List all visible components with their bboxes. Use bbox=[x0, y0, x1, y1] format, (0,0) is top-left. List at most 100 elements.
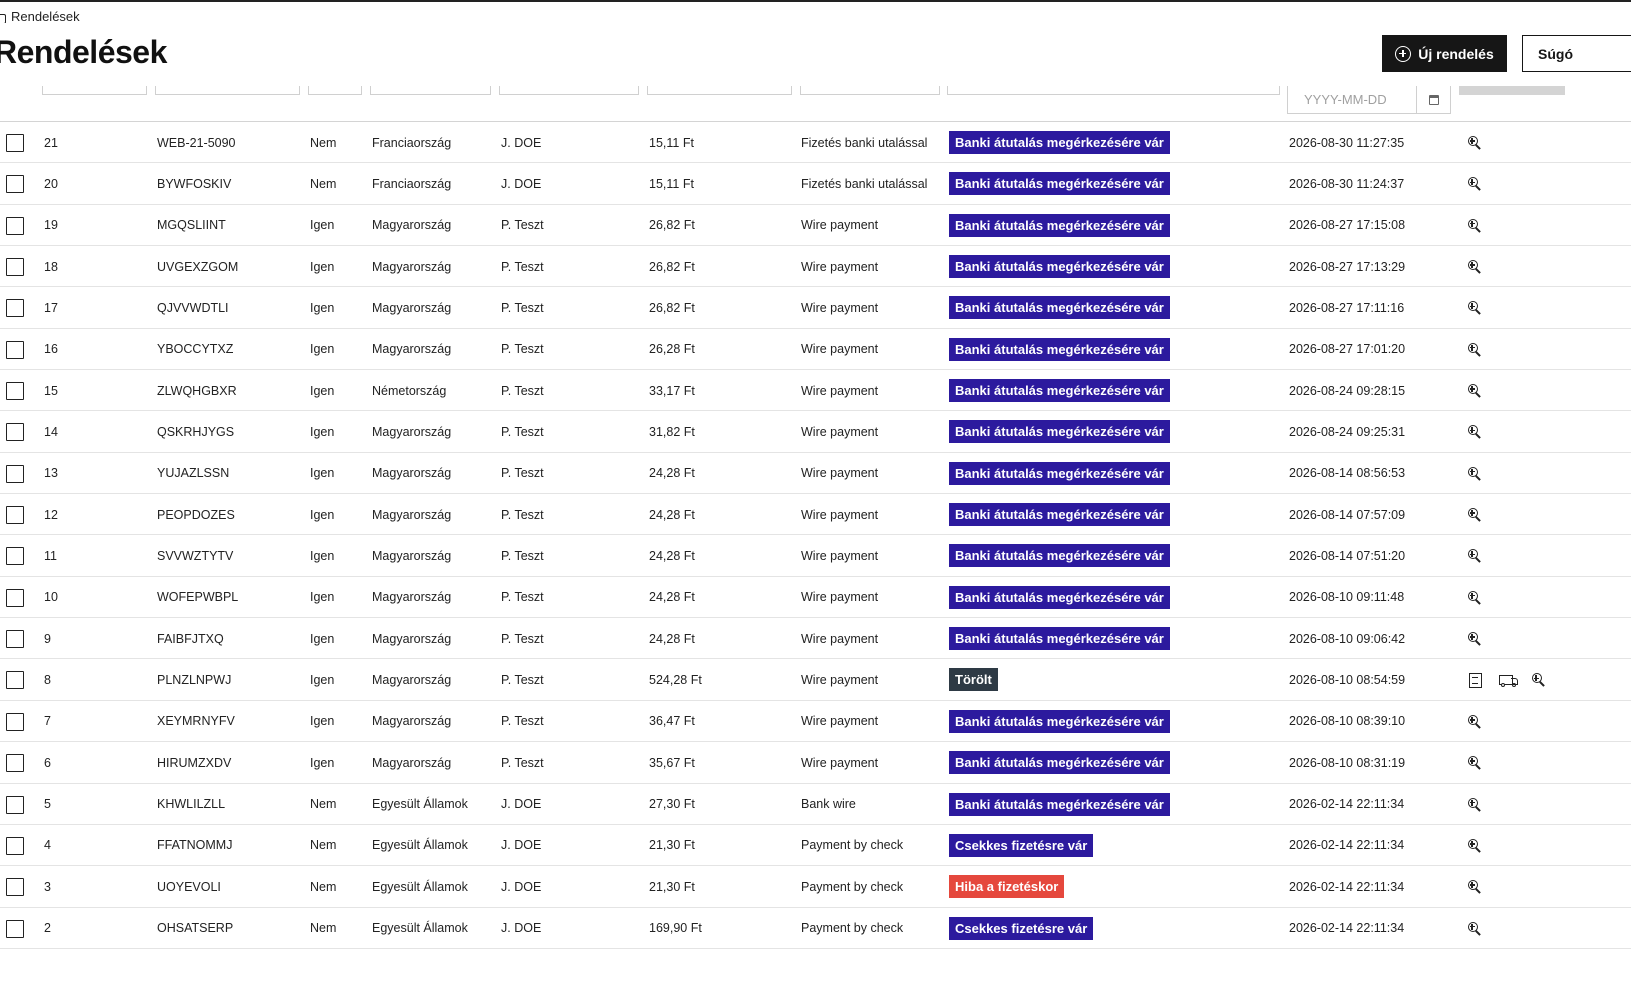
payment-method: Wire payment bbox=[801, 218, 879, 233]
row-select-checkbox[interactable] bbox=[6, 588, 24, 607]
table-row[interactable]: 17 QJVVWDTLI Igen Magyarország P. Teszt 26,82… bbox=[0, 287, 1631, 329]
view-order-zoom-icon[interactable] bbox=[1467, 342, 1483, 358]
new-customer: Nem bbox=[310, 879, 337, 894]
view-order-zoom-icon[interactable] bbox=[1467, 300, 1483, 316]
total-filter-input[interactable] bbox=[647, 86, 792, 95]
table-row[interactable]: 7 XEYMRNYFV Igen Magyarország P. Teszt 36,47 … bbox=[0, 701, 1631, 743]
delivery-truck-icon[interactable] bbox=[1499, 672, 1519, 688]
view-order-zoom-icon[interactable] bbox=[1467, 797, 1483, 813]
table-row[interactable]: 13 YUJAZLSSN Igen Magyarország P. Teszt 24,28… bbox=[0, 453, 1631, 495]
row-select-checkbox[interactable] bbox=[6, 630, 24, 649]
view-order-zoom-icon[interactable] bbox=[1467, 879, 1483, 895]
row-select-checkbox[interactable] bbox=[6, 134, 24, 152]
row-select-checkbox[interactable] bbox=[6, 423, 24, 442]
country-filter-select[interactable] bbox=[370, 86, 491, 95]
view-order-zoom-icon[interactable] bbox=[1467, 218, 1483, 234]
payment-method: Wire payment bbox=[801, 466, 879, 481]
row-select-checkbox[interactable] bbox=[6, 795, 24, 814]
table-row[interactable]: 5 KHWLILZLL Nem Egyesült Államok J. DOE 27,30… bbox=[0, 784, 1631, 825]
table-row[interactable]: 6 HIRUMZXDV Igen Magyarország P. Teszt 35,67 … bbox=[0, 742, 1631, 784]
row-select-checkbox[interactable] bbox=[6, 712, 24, 731]
payment-filter-input[interactable] bbox=[800, 86, 940, 95]
status-badge: Banki átutalás megérkezésére vár bbox=[949, 213, 1170, 237]
reference-filter-input[interactable] bbox=[155, 86, 300, 95]
invoice-icon[interactable] bbox=[1467, 672, 1483, 689]
new-customer: Nem bbox=[310, 176, 337, 191]
view-order-zoom-icon[interactable] bbox=[1467, 631, 1483, 647]
table-row[interactable]: 2 OHSATSERP Nem Egyesült Államok J. DOE 169,9… bbox=[0, 908, 1631, 949]
page-title: Rendelések bbox=[0, 34, 167, 70]
order-reference: WOFEPWBPL bbox=[157, 590, 239, 605]
date-picker-button[interactable] bbox=[1417, 86, 1451, 114]
id-filter-input[interactable] bbox=[42, 86, 147, 95]
table-row[interactable]: 9 FAIBFJTXQ Igen Magyarország P. Teszt 24,28 … bbox=[0, 618, 1631, 660]
view-order-zoom-icon[interactable] bbox=[1467, 590, 1483, 606]
table-row[interactable]: 15 ZLWQHGBXR Igen Németország P. Teszt 33,17 … bbox=[0, 370, 1631, 412]
row-select-checkbox[interactable] bbox=[6, 258, 24, 277]
view-order-zoom-icon[interactable] bbox=[1467, 548, 1483, 564]
view-order-zoom-icon[interactable] bbox=[1467, 838, 1483, 854]
customer-name: J. DOE bbox=[501, 135, 542, 150]
table-row[interactable]: 8 PLNZLNPWJ Igen Magyarország P. Teszt 524,28… bbox=[0, 659, 1631, 701]
row-select-checkbox[interactable] bbox=[6, 671, 24, 690]
view-order-zoom-icon[interactable] bbox=[1467, 383, 1483, 399]
help-label: Súgó bbox=[1538, 45, 1573, 62]
view-order-zoom-icon[interactable] bbox=[1467, 921, 1483, 937]
row-select-checkbox[interactable] bbox=[6, 340, 24, 359]
row-select-checkbox[interactable] bbox=[6, 299, 24, 318]
help-button[interactable]: Súgó bbox=[1522, 35, 1631, 72]
delivery-country: Magyarország bbox=[372, 714, 452, 729]
status-cell: Csekkes fizetésre vár bbox=[949, 908, 1094, 949]
table-row[interactable]: 10 WOFEPWBPL Igen Magyarország P. Teszt 24,28… bbox=[0, 577, 1631, 619]
view-order-zoom-icon[interactable] bbox=[1467, 135, 1483, 151]
status-cell: Banki átutalás megérkezésére vár bbox=[949, 329, 1170, 370]
row-select-checkbox[interactable] bbox=[6, 382, 24, 401]
row-select-checkbox[interactable] bbox=[6, 878, 24, 897]
view-order-zoom-icon[interactable] bbox=[1467, 176, 1483, 192]
view-order-zoom-icon[interactable] bbox=[1467, 755, 1483, 771]
table-row[interactable]: 19 MGQSLIINT Igen Magyarország P. Teszt 26,82… bbox=[0, 205, 1631, 247]
delivery-country: Franciaország bbox=[372, 135, 452, 150]
row-select-checkbox[interactable] bbox=[6, 216, 24, 235]
table-row[interactable]: 4 FFATNOMMJ Nem Egyesült Államok J. DOE 21,30… bbox=[0, 825, 1631, 867]
table-row[interactable]: 16 YBOCCYTXZ Igen Magyarország P. Teszt 26,28… bbox=[0, 329, 1631, 371]
date-from-input[interactable]: YYYY-MM-DD bbox=[1287, 86, 1417, 114]
new-customer: Igen bbox=[310, 424, 335, 439]
table-row[interactable]: 18 UVGEXZGOM Igen Magyarország P. Teszt 26,82… bbox=[0, 246, 1631, 288]
new-order-button[interactable]: Új rendelés bbox=[1382, 35, 1507, 72]
customer-filter-input[interactable] bbox=[499, 86, 639, 95]
row-select-checkbox[interactable] bbox=[6, 836, 24, 855]
new-customer-filter-select[interactable] bbox=[308, 86, 362, 95]
row-select-checkbox[interactable] bbox=[6, 175, 24, 194]
view-order-zoom-icon[interactable] bbox=[1467, 424, 1483, 440]
row-select-checkbox[interactable] bbox=[6, 464, 24, 483]
order-total: 33,17 Ft bbox=[649, 383, 695, 398]
table-row[interactable]: 3 UOYEVOLI Nem Egyesült Államok J. DOE 21,30 … bbox=[0, 866, 1631, 908]
delivery-country: Magyarország bbox=[372, 672, 452, 687]
table-row[interactable]: 21 WEB-21-5090 Nem Franciaország J. DOE 15,11… bbox=[0, 122, 1631, 164]
customer-name: P. Teszt bbox=[501, 300, 544, 315]
status-filter-select[interactable] bbox=[947, 86, 1280, 95]
row-select-checkbox[interactable] bbox=[6, 506, 24, 525]
top-border bbox=[0, 0, 1631, 2]
status-cell: Banki átutalás megérkezésére vár bbox=[949, 494, 1170, 535]
order-id: 18 bbox=[44, 259, 58, 274]
status-cell: Törölt bbox=[949, 659, 998, 700]
delivery-country: Magyarország bbox=[372, 259, 452, 274]
order-total: 36,47 Ft bbox=[649, 714, 695, 729]
table-row[interactable]: 20 BYWFOSKIV Nem Franciaország J. DOE 15,11 F… bbox=[0, 163, 1631, 205]
view-order-zoom-icon[interactable] bbox=[1467, 466, 1483, 482]
zoom-plus-mark bbox=[1469, 347, 1476, 349]
table-row[interactable]: 11 SVVWZTYTV Igen Magyarország P. Teszt 24,28… bbox=[0, 535, 1631, 577]
order-date: 2026-08-10 08:31:19 bbox=[1289, 755, 1406, 770]
view-order-zoom-icon[interactable] bbox=[1531, 672, 1547, 688]
view-order-zoom-icon[interactable] bbox=[1467, 507, 1483, 523]
view-order-zoom-icon[interactable] bbox=[1467, 259, 1483, 275]
table-row[interactable]: 12 PEOPDOZES Igen Magyarország P. Teszt 24,28… bbox=[0, 494, 1631, 536]
row-select-checkbox[interactable] bbox=[6, 754, 24, 773]
breadcrumb-label[interactable]: Rendelések bbox=[11, 9, 80, 24]
table-row[interactable]: 14 QSKRHJYGS Igen Magyarország P. Teszt 31,82… bbox=[0, 411, 1631, 453]
row-select-checkbox[interactable] bbox=[6, 547, 24, 566]
row-select-checkbox[interactable] bbox=[6, 919, 24, 938]
view-order-zoom-icon[interactable] bbox=[1467, 714, 1483, 730]
